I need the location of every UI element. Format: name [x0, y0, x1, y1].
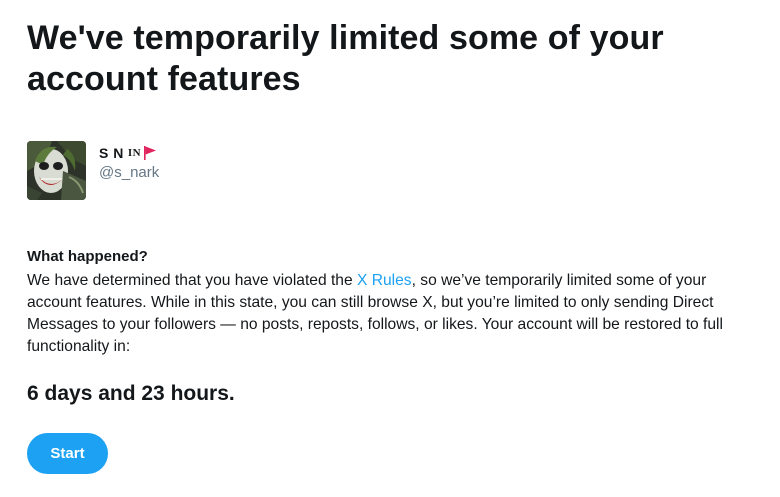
- notice-text: We have determined that you have violate…: [27, 270, 757, 358]
- notice-text-start: We have determined that you have violate…: [27, 272, 357, 289]
- red-flag-icon: [144, 146, 157, 160]
- section-heading: What happened?: [27, 248, 148, 265]
- user-profile: S N IN @s_nark: [27, 141, 159, 201]
- user-info: S N IN @s_nark: [99, 141, 159, 201]
- user-handle[interactable]: @s_nark: [99, 163, 159, 183]
- avatar[interactable]: [27, 141, 86, 200]
- joker-avatar-icon: [27, 141, 86, 200]
- display-name[interactable]: S N: [99, 144, 124, 162]
- what-happened-section: What happened? We have determined that y…: [27, 248, 757, 358]
- display-name-row: S N IN: [99, 144, 159, 162]
- restriction-countdown: 6 days and 23 hours.: [27, 382, 235, 405]
- start-button[interactable]: Start: [27, 433, 108, 474]
- x-rules-link[interactable]: X Rules: [357, 272, 412, 289]
- name-tag: IN: [127, 147, 142, 159]
- limited-features-page: We've temporarily limited some of your a…: [27, 18, 757, 474]
- page-title: We've temporarily limited some of your a…: [27, 19, 664, 98]
